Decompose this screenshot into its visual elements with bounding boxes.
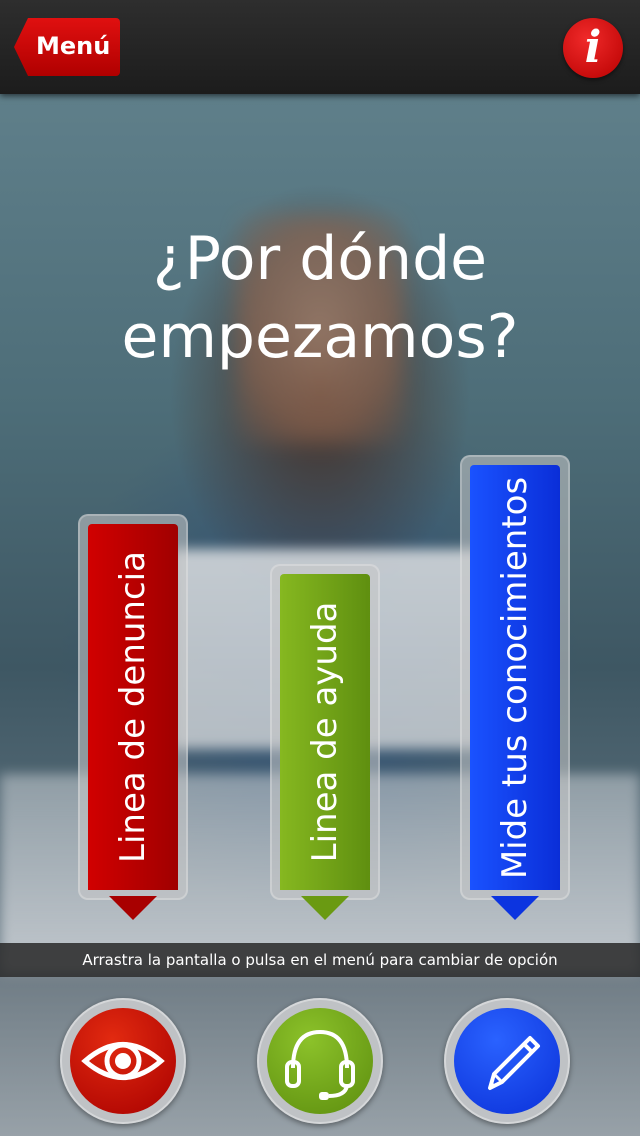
info-icon: i <box>584 22 602 73</box>
option-ribbon-ayuda[interactable]: Linea de ayuda <box>270 564 380 920</box>
ribbon-tip <box>109 896 157 920</box>
ribbon-tip <box>491 896 539 920</box>
info-button[interactable]: i <box>563 18 623 78</box>
nav-disc <box>70 1008 176 1114</box>
ribbon-label-denuncia: Linea de denuncia <box>113 551 153 863</box>
option-ribbon-denuncia[interactable]: Linea de denuncia <box>78 514 188 920</box>
hint-text: Arrastra la pantalla o pulsa en el menú … <box>0 943 640 977</box>
ribbon-label-ayuda: Linea de ayuda <box>305 601 345 863</box>
headset-icon <box>285 1029 355 1100</box>
page-title: ¿Por dónde empezamos? <box>0 220 640 376</box>
menu-button-label: Menú <box>36 32 111 60</box>
page-title-line-2: empezamos? <box>121 302 519 372</box>
nav-disc <box>267 1008 373 1114</box>
ribbon-label-conocimientos: Mide tus conocimientos <box>495 476 535 879</box>
pencil-icon <box>488 1036 540 1090</box>
option-ribbon-conocimientos[interactable]: Mide tus conocimientos <box>460 455 570 920</box>
top-bar: Menú i <box>0 0 640 94</box>
eye-icon <box>81 1042 165 1080</box>
nav-button-conocimientos[interactable] <box>444 998 570 1124</box>
ribbon-tip <box>301 896 349 920</box>
menu-button[interactable]: Menú <box>14 18 120 76</box>
nav-disc <box>454 1008 560 1114</box>
nav-button-denuncia[interactable] <box>60 998 186 1124</box>
page-title-line-1: ¿Por dónde <box>152 224 488 294</box>
nav-button-ayuda[interactable] <box>257 998 383 1124</box>
